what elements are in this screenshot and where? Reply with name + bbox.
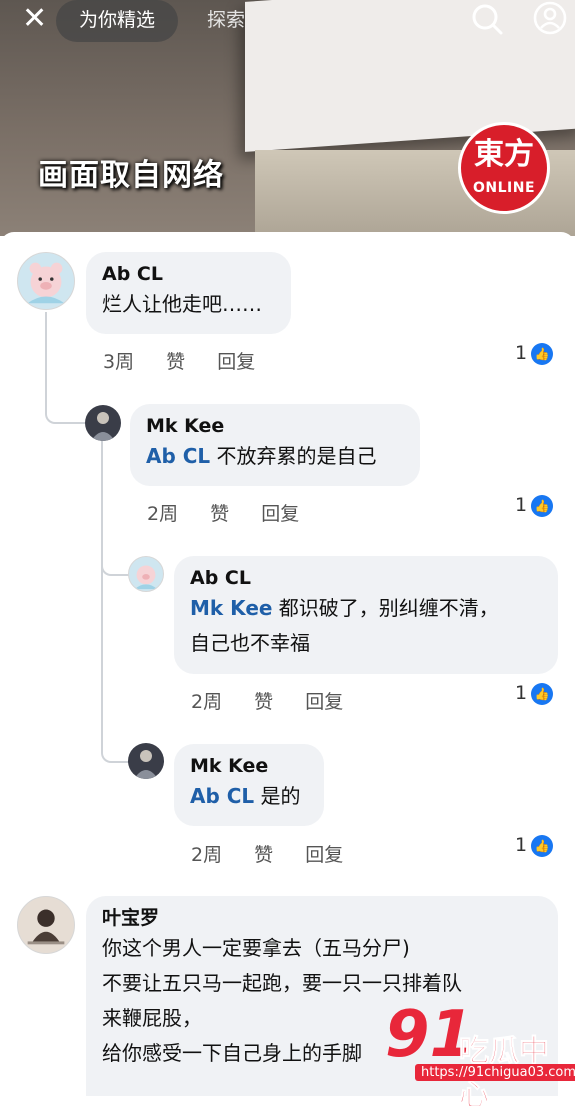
mention-link[interactable]: Mk Kee bbox=[190, 596, 272, 620]
thread-line bbox=[101, 440, 103, 730]
avatar[interactable] bbox=[17, 252, 75, 310]
comment-text: 不要让五只马一起跑，要一只一只排着队 bbox=[102, 971, 462, 995]
like-count-number: 1 bbox=[515, 494, 528, 516]
tab-explore[interactable]: 探索 bbox=[207, 0, 245, 40]
logo-subtext: ONLINE bbox=[472, 180, 536, 196]
girl-avatar-icon bbox=[27, 909, 65, 945]
news-logo: 東方 ONLINE bbox=[458, 122, 550, 214]
close-icon[interactable]: ✕ bbox=[22, 4, 47, 34]
comment-text: Mk Kee 都识破了，别纠缠不清， bbox=[190, 591, 542, 626]
comment-body: 是的 bbox=[254, 784, 301, 808]
person-avatar-icon bbox=[134, 750, 158, 779]
thread-connector bbox=[45, 370, 85, 424]
comment-actions: 3周 赞 回复 bbox=[103, 347, 281, 374]
comment-body: 都识破了，别纠缠不清， bbox=[272, 596, 499, 620]
thumbs-up-icon: 👍 bbox=[531, 834, 554, 857]
avatar[interactable] bbox=[128, 743, 164, 779]
comment-bubble[interactable]: Ab CL Mk Kee 都识破了，别纠缠不清， 自己也不幸福 bbox=[174, 556, 558, 674]
avatar[interactable] bbox=[85, 405, 121, 441]
comment-actions: 2周 赞 回复 bbox=[191, 840, 369, 867]
mention-link[interactable]: Ab CL bbox=[190, 784, 254, 808]
like-button[interactable]: 赞 bbox=[254, 844, 273, 866]
avatar[interactable] bbox=[128, 556, 164, 592]
thumbs-up-icon: 👍 bbox=[531, 494, 554, 517]
comment-author[interactable]: 叶宝罗 bbox=[102, 905, 542, 931]
logo-text: 東方 bbox=[474, 137, 534, 172]
avatar[interactable] bbox=[17, 896, 75, 954]
reply-button[interactable]: 回复 bbox=[217, 351, 255, 373]
like-count[interactable]: 1 👍 bbox=[515, 494, 554, 517]
watermark-url: https://91chigua03.com bbox=[415, 1064, 575, 1081]
search-icon[interactable] bbox=[470, 2, 504, 36]
profile-icon[interactable] bbox=[532, 0, 568, 36]
like-count[interactable]: 1 👍 bbox=[515, 342, 554, 365]
reply-button[interactable]: 回复 bbox=[305, 691, 343, 713]
reply-button[interactable]: 回复 bbox=[305, 844, 343, 866]
mention-link[interactable]: Ab CL bbox=[146, 444, 210, 468]
comment-author[interactable]: Ab CL bbox=[190, 565, 542, 591]
comment-text: Ab CL 是的 bbox=[190, 779, 308, 814]
comment-author[interactable]: Mk Kee bbox=[146, 413, 404, 439]
pig-avatar-icon bbox=[134, 565, 158, 590]
like-count-number: 1 bbox=[515, 682, 528, 704]
video-caption: 画面取自网络 bbox=[38, 158, 224, 193]
comment-bubble[interactable]: Ab CL 烂人让他走吧…… bbox=[86, 252, 291, 334]
thumbs-up-icon: 👍 bbox=[531, 342, 554, 365]
comment-time: 2周 bbox=[191, 844, 223, 866]
thumbs-up-icon: 👍 bbox=[531, 682, 554, 705]
like-button[interactable]: 赞 bbox=[210, 503, 229, 525]
pig-avatar-icon bbox=[27, 262, 65, 304]
comment-author[interactable]: Mk Kee bbox=[190, 753, 308, 779]
comment-actions: 2周 赞 回复 bbox=[147, 499, 325, 526]
thread-connector bbox=[101, 725, 129, 763]
reply-button[interactable]: 回复 bbox=[261, 503, 299, 525]
comment-body: 不放弃累的是自己 bbox=[210, 444, 377, 468]
comment-bubble[interactable]: Mk Kee Ab CL 不放弃累的是自己 bbox=[130, 404, 420, 486]
like-button[interactable]: 赞 bbox=[254, 691, 273, 713]
top-bar: ✕ 为你精选 探索 bbox=[0, 0, 575, 44]
tab-for-you[interactable]: 为你精选 bbox=[56, 0, 178, 42]
comment-time: 2周 bbox=[147, 503, 179, 525]
like-button[interactable]: 赞 bbox=[166, 351, 185, 373]
comment-bubble[interactable]: Mk Kee Ab CL 是的 bbox=[174, 744, 324, 826]
comment-text-line2: 自己也不幸福 bbox=[190, 631, 310, 655]
comment-time: 3周 bbox=[103, 351, 135, 373]
person-avatar-icon bbox=[91, 412, 115, 441]
comment-text: 烂人让他走吧…… bbox=[102, 292, 262, 316]
comment-text: 你这个男人一定要拿去（五马分尸) bbox=[102, 936, 410, 960]
site-watermark: 91 吃瓜中心 https://91chigua03.com bbox=[385, 998, 575, 1114]
comment-author[interactable]: Ab CL bbox=[102, 261, 275, 287]
like-count-number: 1 bbox=[515, 834, 528, 856]
comment-text: Ab CL 不放弃累的是自己 bbox=[146, 439, 404, 474]
comment-actions: 2周 赞 回复 bbox=[191, 687, 369, 714]
thread-connector bbox=[101, 540, 129, 576]
comment-time: 2周 bbox=[191, 691, 223, 713]
like-count[interactable]: 1 👍 bbox=[515, 682, 554, 705]
like-count-number: 1 bbox=[515, 342, 528, 364]
like-count[interactable]: 1 👍 bbox=[515, 834, 554, 857]
